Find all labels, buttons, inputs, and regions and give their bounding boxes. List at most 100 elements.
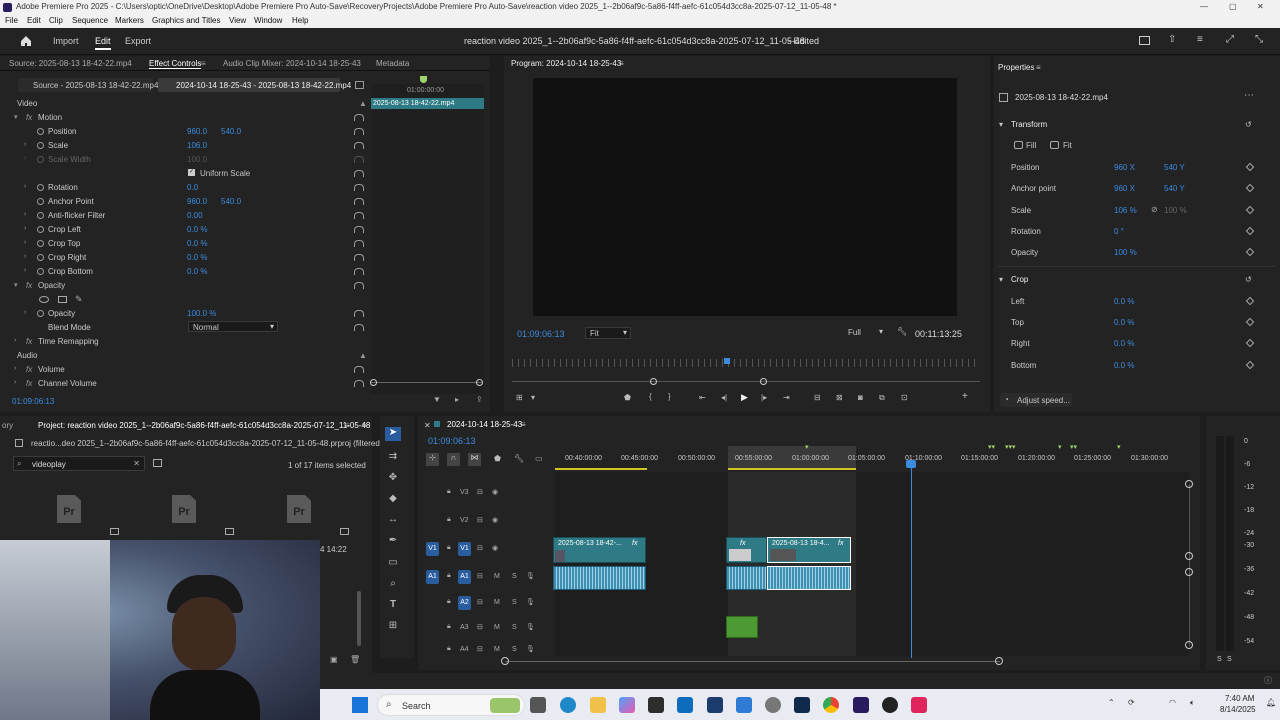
fx-icon[interactable]: fx bbox=[26, 113, 32, 122]
ec-mini-timeline[interactable]: 01:00:00:00 2025-08-13 18-42-22.mp4 bbox=[371, 84, 484, 394]
menu-sequence[interactable]: Sequence bbox=[72, 16, 108, 25]
trash-icon[interactable]: 🗑︎ bbox=[350, 655, 360, 664]
lock-icon[interactable]: 🔒︎ bbox=[447, 488, 451, 496]
marker-icon[interactable]: ▾ bbox=[1058, 443, 1062, 451]
comparison-icon[interactable]: ⧉ bbox=[879, 393, 885, 403]
mini-clip-bar[interactable]: 2025-08-13 18-42-22.mp4 bbox=[371, 98, 484, 109]
dropbox-icon[interactable] bbox=[648, 697, 664, 713]
fx-badge[interactable]: fx bbox=[740, 540, 745, 547]
vscroll-handle[interactable] bbox=[1185, 641, 1193, 649]
lift-icon[interactable]: ⊟ bbox=[814, 393, 821, 402]
file-explorer-icon[interactable] bbox=[590, 697, 606, 713]
ripple-edit-tool-icon[interactable]: ✥ bbox=[385, 472, 401, 486]
premiere-pro-icon[interactable] bbox=[853, 697, 869, 713]
project-item-thumb[interactable]: Pr bbox=[57, 495, 81, 523]
new-bin-icon[interactable] bbox=[153, 459, 162, 467]
taskbar-date[interactable]: 8/14/2025 bbox=[1220, 705, 1256, 714]
crop-left-prop-value[interactable]: 0.0 % bbox=[1114, 297, 1134, 306]
fullscreen-icon[interactable]: ⤡ bbox=[1255, 34, 1263, 45]
tiktok-icon[interactable] bbox=[911, 697, 927, 713]
go-to-in-icon[interactable]: ⇤ bbox=[699, 393, 706, 402]
source-patch-v1[interactable]: V1 bbox=[426, 542, 439, 556]
fit-select[interactable]: Fit ▾ bbox=[585, 327, 631, 339]
notifications-icon[interactable]: ⓘ bbox=[1264, 675, 1272, 686]
track-target-a2[interactable]: A2 bbox=[458, 596, 471, 610]
chrome-icon[interactable] bbox=[823, 697, 839, 713]
stopwatch-icon[interactable] bbox=[37, 184, 44, 191]
sync-lock-icon[interactable]: ⊟ bbox=[477, 623, 483, 631]
fx-icon[interactable]: fx bbox=[26, 379, 32, 388]
eye-icon[interactable]: ◉ bbox=[492, 488, 498, 496]
prop-position-y[interactable]: 540 Y bbox=[1164, 163, 1185, 172]
opacity-chevron-icon[interactable]: › bbox=[24, 309, 26, 316]
mic-icon[interactable]: 🎙︎ bbox=[526, 623, 535, 631]
fx-icon[interactable]: fx bbox=[26, 337, 32, 346]
sync-lock-icon[interactable]: ⊟ bbox=[477, 645, 483, 653]
scale-value[interactable]: 106.0 bbox=[187, 141, 207, 150]
menu-markers[interactable]: Markers bbox=[115, 16, 144, 25]
lock-icon[interactable]: 🔒︎ bbox=[447, 623, 451, 631]
keyframe-icon[interactable] bbox=[1245, 338, 1255, 348]
selection-tool-icon[interactable]: ➤ bbox=[385, 427, 401, 441]
menu-edit[interactable]: Edit bbox=[27, 16, 41, 25]
maximize-icon[interactable]: ▢ bbox=[1229, 2, 1237, 11]
scroll-handle-right[interactable] bbox=[476, 379, 483, 386]
crop-reset-icon[interactable]: ↺ bbox=[1245, 275, 1252, 284]
anchor-x-value[interactable]: 960.0 bbox=[187, 197, 207, 206]
rectangle-mask-icon[interactable] bbox=[58, 296, 67, 303]
lock-icon[interactable]: 🔒︎ bbox=[447, 572, 451, 580]
rectangle-tool-icon[interactable]: ▭ bbox=[385, 557, 401, 571]
step-back-icon[interactable]: ◂| bbox=[721, 393, 727, 402]
sequence-menu-icon[interactable]: ≡ bbox=[521, 420, 526, 429]
notification-bell-icon[interactable]: 🔔︎ bbox=[1266, 698, 1276, 707]
stopwatch-icon[interactable] bbox=[37, 310, 44, 317]
project-item-thumb[interactable]: Pr bbox=[287, 495, 311, 523]
opacity-group-chevron-icon[interactable]: ▾ bbox=[14, 281, 18, 289]
marker-icon[interactable]: ▾▾▾ bbox=[1005, 443, 1016, 451]
sync-lock-icon[interactable]: ⊟ bbox=[477, 516, 483, 524]
sequence-subtab[interactable]: 2024-10-14 18-25-43 - 2025-08-13 18-42-2… bbox=[158, 78, 351, 92]
sync-lock-icon[interactable]: ⊟ bbox=[477, 572, 483, 580]
reset-icon[interactable] bbox=[354, 184, 364, 191]
video-clip[interactable]: 2025-08-13 18-42-... fx bbox=[553, 537, 646, 563]
reset-icon[interactable] bbox=[354, 142, 364, 149]
track-header-v3[interactable]: 🔒︎ V3 ⊟ ◉ bbox=[418, 484, 555, 504]
multicam-icon[interactable]: ⊡ bbox=[901, 393, 908, 402]
more-options-icon[interactable]: ⋯ bbox=[1244, 90, 1254, 101]
video-clip-selected[interactable]: 2025-08-13 18-4... fx bbox=[767, 537, 851, 563]
track-area[interactable] bbox=[555, 472, 1189, 656]
settings-gear-icon[interactable] bbox=[765, 697, 781, 713]
add-marker-icon[interactable]: ⬟ bbox=[494, 454, 501, 463]
motion-chevron-icon[interactable]: ▾ bbox=[14, 113, 18, 121]
rotation-value[interactable]: 0.0 bbox=[187, 183, 198, 192]
import-tab[interactable]: Import bbox=[53, 36, 79, 46]
scale-chevron-icon[interactable]: › bbox=[24, 141, 26, 148]
task-view-icon[interactable] bbox=[530, 697, 546, 713]
track-header-a4[interactable]: 🔒︎ A4 ⊟ M S 🎙︎ bbox=[418, 644, 555, 656]
transform-chevron-icon[interactable]: ▾ bbox=[999, 120, 1003, 129]
slip-tool-icon[interactable]: ↔ bbox=[385, 514, 401, 528]
stopwatch-icon[interactable] bbox=[37, 128, 44, 135]
tab-effect-controls[interactable]: Effect Controls bbox=[149, 59, 202, 69]
add-button-icon[interactable]: + bbox=[962, 391, 968, 402]
razor-tool-icon[interactable]: ◆ bbox=[385, 493, 401, 507]
tab-history[interactable]: ory bbox=[2, 421, 13, 430]
marker-icon[interactable]: ▾ bbox=[1117, 443, 1121, 451]
captions-icon[interactable]: ▭ bbox=[535, 454, 543, 463]
ellipse-mask-icon[interactable] bbox=[39, 296, 49, 303]
playhead-line[interactable] bbox=[911, 462, 912, 658]
fill-icon[interactable] bbox=[1014, 141, 1023, 149]
crop-top-prop-value[interactable]: 0.0 % bbox=[1114, 318, 1134, 327]
crop-left-value[interactable]: 0.0 % bbox=[187, 225, 207, 234]
crop-chevron-icon[interactable]: ▾ bbox=[999, 275, 1003, 284]
source-subtab[interactable]: Source - 2025-08-13 18-42-22.mp4 bbox=[18, 78, 158, 92]
meter-solo-left[interactable]: S bbox=[1217, 656, 1222, 663]
crop-bottom-value[interactable]: 0.0 % bbox=[187, 267, 207, 276]
adjust-speed-button[interactable]: ◔ Adjust speed... bbox=[1000, 393, 1072, 407]
zoom-icon[interactable]: ⤢ bbox=[1226, 34, 1234, 45]
type-tool-icon[interactable]: T bbox=[385, 599, 401, 613]
stopwatch-icon[interactable] bbox=[37, 240, 44, 247]
video-collapse-icon[interactable]: ▲ bbox=[359, 99, 367, 108]
reset-icon[interactable] bbox=[354, 212, 364, 219]
zoom-handle-right[interactable] bbox=[760, 378, 767, 385]
